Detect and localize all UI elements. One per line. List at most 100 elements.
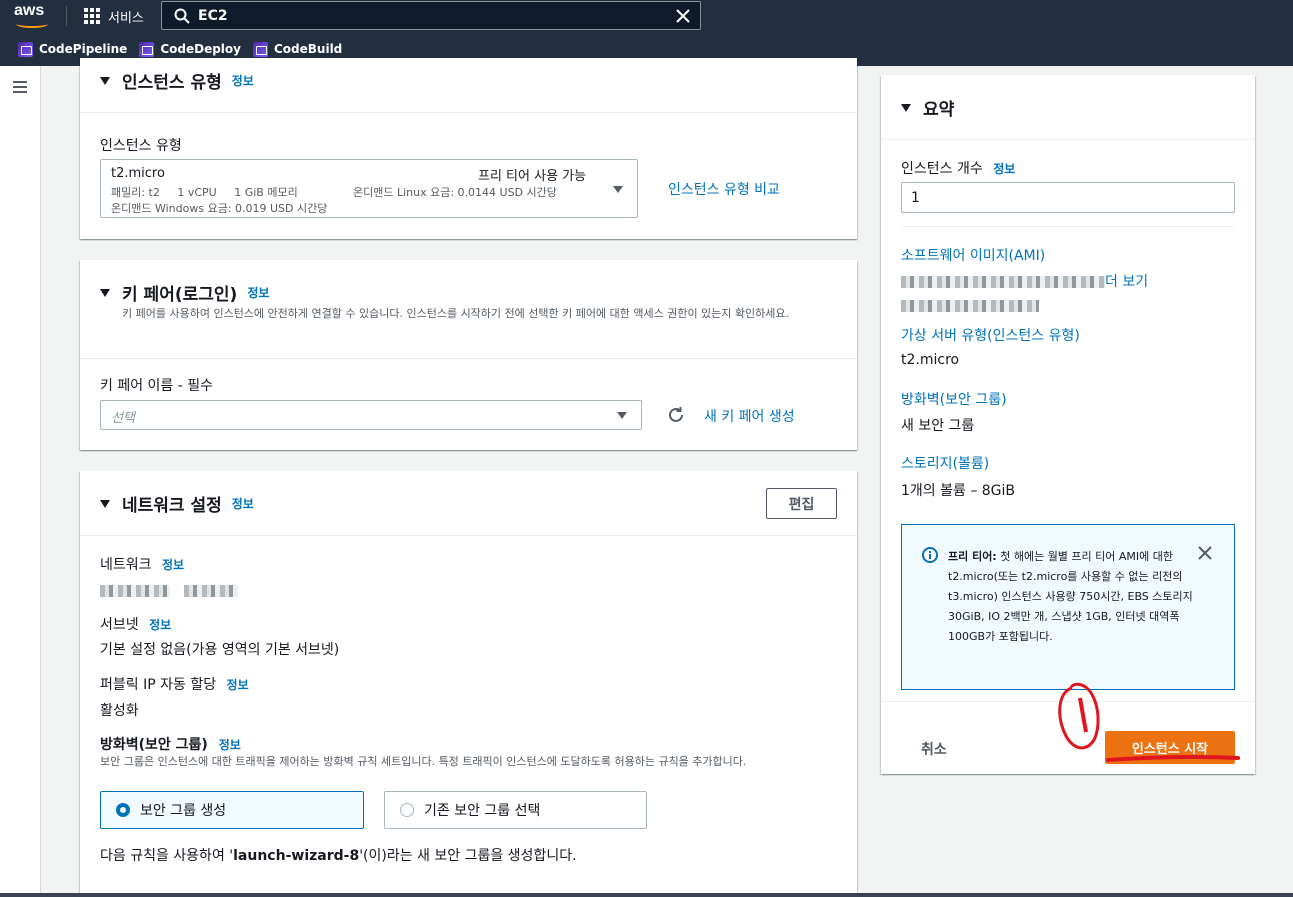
type-detail: 패밀리: t2 1 vCPU 1 GiB 메모리 [111, 186, 298, 199]
instance-type-select[interactable]: t2.micro 프리 티어 사용 가능 패밀리: t2 1 vCPU 1 Gi… [100, 159, 638, 218]
clear-search-icon[interactable] [676, 8, 690, 23]
section-title: 인스턴스 유형 [122, 73, 222, 93]
network-value-redacted [100, 580, 238, 599]
divider [80, 112, 857, 113]
caret-down-icon [617, 412, 627, 419]
option-label: 보안 그룹 생성 [140, 803, 227, 819]
collapse-caret-icon[interactable] [100, 288, 110, 297]
favorite-codedeploy[interactable]: CodeDeploy [139, 41, 241, 57]
field-label: 인스턴스 유형 [100, 138, 182, 154]
radio-unselected-icon [400, 803, 414, 817]
divider [80, 535, 857, 536]
field-label: 퍼블릭 IP 자동 할당 [100, 677, 217, 693]
services-menu-button[interactable]: 서비스 [84, 6, 144, 26]
network-label-row: 네트워크 정보 [100, 554, 184, 574]
aws-logo-text: aws [14, 2, 45, 19]
ami-value-row: 더 보기 [901, 271, 1235, 314]
instance-type-link[interactable]: 가상 서버 유형(인스턴스 유형) [901, 325, 1080, 345]
ami-value-redacted [901, 275, 1105, 288]
divider [881, 139, 1255, 140]
nav-separator [66, 6, 67, 26]
linux-price: 온디맨드 Linux 요금: 0.0144 USD 시간당 [353, 186, 557, 199]
rule-summary: 다음 규칙을 사용하여 'launch-wizard-8'(이)라는 새 보안 … [100, 845, 577, 865]
key-pair-header: 키 페어(로그인) 정보 [100, 280, 269, 305]
rule-prefix: 다음 규칙을 사용하여 ' [100, 848, 234, 864]
instance-type-panel: 인스턴스 유형 정보 인스턴스 유형 t2.micro 프리 티어 사용 가능 … [80, 58, 857, 239]
annotation-marking [1058, 682, 1240, 762]
side-navigation-rail [0, 66, 41, 897]
top-navigation: aws 서비스 CodePipeline CodeDeploy CodeBuil… [0, 0, 1293, 66]
selected-value: t2.micro [111, 166, 165, 181]
section-description: 키 페어를 사용하여 인스턴스에 안전하게 연결할 수 있습니다. 인스턴스를 … [122, 307, 790, 320]
info-circle-icon [922, 547, 938, 563]
divider [80, 358, 857, 359]
section-title: 요약 [923, 100, 955, 120]
hamburger-menu-icon[interactable] [13, 81, 27, 93]
grid-icon [84, 7, 101, 25]
section-title: 키 페어(로그인) [122, 285, 238, 305]
field-label: 키 페어 이름 - 필수 [100, 378, 214, 394]
search-input[interactable] [198, 7, 676, 24]
security-group-name: launch-wizard-8 [233, 848, 360, 864]
favorite-codebuild[interactable]: CodeBuild [252, 41, 343, 57]
cancel-button[interactable]: 취소 [921, 739, 947, 759]
free-tier-bold: 프리 티어: [948, 550, 997, 563]
ami-value-redacted [901, 299, 1039, 312]
instance-type-value: t2.micro [901, 352, 960, 368]
codedeploy-icon [139, 41, 155, 57]
field-label: 방화벽(보안 그룹) [100, 737, 208, 753]
free-tier-text: 프리 티어: 첫 해에는 월별 프리 티어 AMI에 대한 t2.micro(또… [948, 547, 1206, 647]
search-box[interactable] [161, 1, 701, 30]
codepipeline-icon [18, 41, 33, 57]
create-security-group-option[interactable]: 보안 그룹 생성 [100, 791, 364, 829]
subnet-value: 기본 설정 없음(가용 영역의 기본 서브넷) [100, 642, 340, 658]
firewall-link[interactable]: 방화벽(보안 그룹) [901, 389, 1007, 409]
favorite-label: CodeBuild [273, 42, 343, 56]
aws-smile-icon [16, 20, 48, 28]
favorite-label: CodePipeline [39, 42, 128, 56]
info-link[interactable]: 정보 [227, 678, 249, 692]
codebuild-icon [252, 41, 268, 57]
collapse-caret-icon[interactable] [100, 499, 110, 508]
close-icon[interactable] [1198, 546, 1212, 560]
info-link[interactable]: 정보 [247, 284, 269, 301]
info-link[interactable]: 정보 [149, 618, 171, 632]
info-link[interactable]: 정보 [232, 72, 254, 89]
public-ip-value: 활성화 [100, 703, 139, 719]
collapse-caret-icon[interactable] [100, 76, 110, 85]
select-existing-security-group-option[interactable]: 기존 보안 그룹 선택 [384, 791, 647, 829]
field-label: 인스턴스 개수 [901, 161, 983, 177]
field-label: 서브넷 [100, 617, 139, 633]
network-header: 네트워크 설정 정보 [100, 491, 254, 516]
bottom-border [0, 893, 1293, 897]
collapse-caret-icon[interactable] [901, 103, 911, 112]
nav-row-main: aws 서비스 [0, 0, 1293, 33]
free-tier-badge: 프리 티어 사용 가능 [478, 169, 587, 184]
radio-selected-icon [116, 803, 130, 817]
section-title: 네트워크 설정 [122, 496, 222, 516]
key-pair-select[interactable]: 선택 [100, 400, 642, 430]
free-tier-alert: 프리 티어: 첫 해에는 월별 프리 티어 AMI에 대한 t2.micro(또… [901, 524, 1235, 690]
aws-logo[interactable]: aws [14, 3, 54, 29]
instance-count-input[interactable]: 1 [901, 182, 1235, 213]
network-settings-panel: 네트워크 설정 정보 편집 네트워크 정보 서브넷 정보 기본 설정 없음(가용… [80, 471, 857, 897]
info-link[interactable]: 정보 [993, 162, 1015, 176]
ami-more-link[interactable]: 더 보기 [1105, 274, 1148, 290]
compare-instance-types-link[interactable]: 인스턴스 유형 비교 [668, 179, 780, 199]
option-label: 기존 보안 그룹 선택 [424, 803, 541, 819]
favorite-codepipeline[interactable]: CodePipeline [18, 41, 128, 57]
ami-link[interactable]: 소프트웨어 이미지(AMI) [901, 245, 1045, 265]
info-link[interactable]: 정보 [162, 558, 184, 572]
divider [901, 226, 1235, 227]
create-key-pair-link[interactable]: 새 키 페어 생성 [704, 406, 795, 426]
firewall-label-row: 방화벽(보안 그룹) 정보 [100, 734, 241, 754]
refresh-icon[interactable] [667, 406, 685, 424]
storage-link[interactable]: 스토리지(볼륨) [901, 453, 989, 473]
favorites-bar: CodePipeline CodeDeploy CodeBuild [0, 38, 342, 60]
edit-button[interactable]: 편집 [766, 488, 837, 519]
info-link[interactable]: 정보 [219, 738, 241, 752]
free-tier-body: 첫 해에는 월별 프리 티어 AMI에 대한 t2.micro(또는 t2.mi… [948, 550, 1193, 643]
summary-panel: 요약 인스턴스 개수 정보 1 소프트웨어 이미지(AMI) 더 보기 가상 서… [881, 75, 1255, 774]
info-link[interactable]: 정보 [232, 495, 254, 512]
services-label: 서비스 [108, 10, 144, 26]
